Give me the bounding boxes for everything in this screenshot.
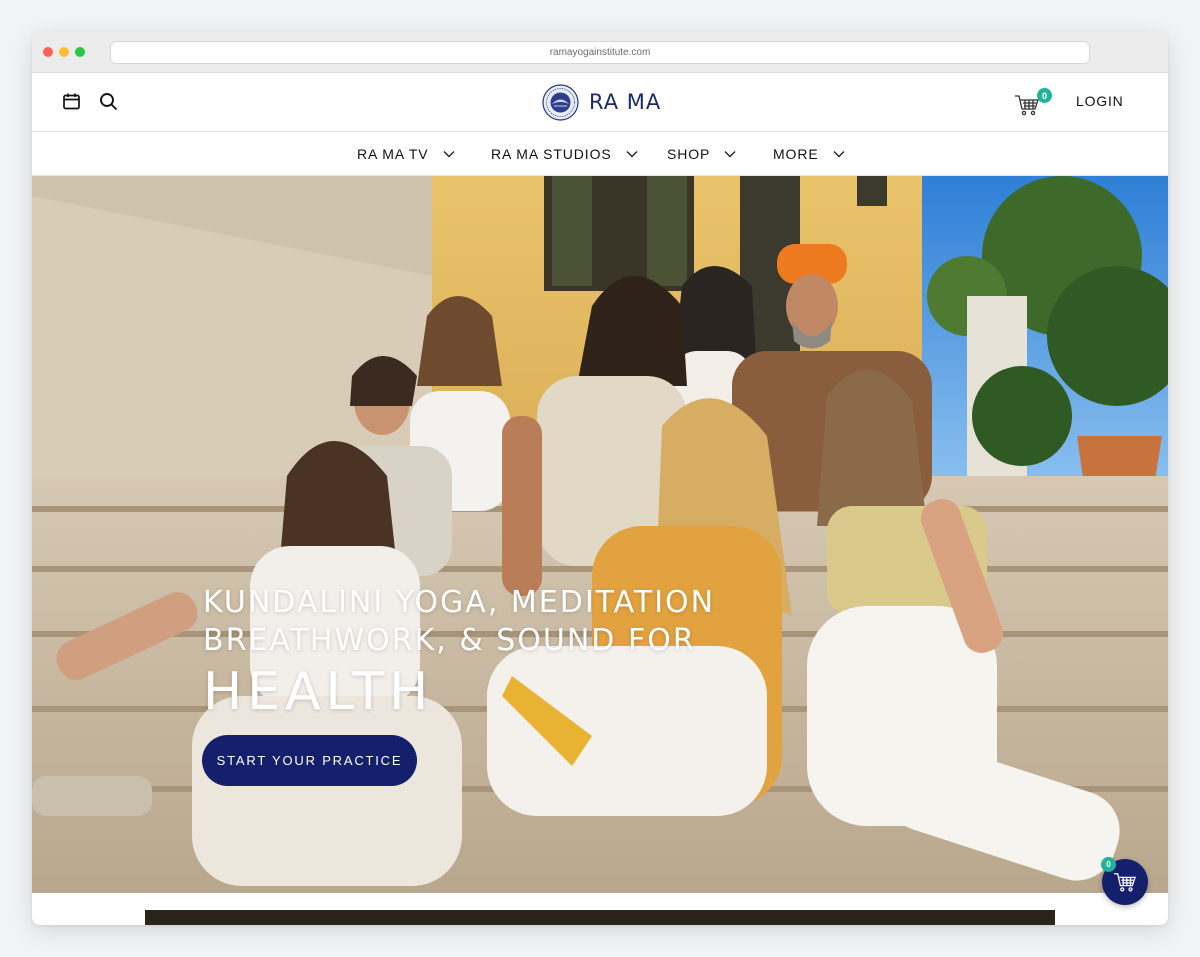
browser-window: ramayogainstitute.com RA MA 0 LOGIN RA M… [32, 32, 1168, 925]
chevron-down-icon [724, 151, 736, 158]
search-icon[interactable] [97, 90, 119, 112]
main-nav: RA MA TV RA MA STUDIOS SHOP MORE [32, 133, 1168, 176]
logo-emblem-icon [542, 83, 579, 121]
header-cart-button[interactable]: 0 [1014, 88, 1054, 117]
nav-item-ra-ma-studios[interactable]: RA MA STUDIOS [491, 146, 638, 162]
cart-icon [1114, 873, 1136, 892]
chevron-down-icon [833, 151, 845, 158]
next-section-image [145, 910, 1055, 925]
nav-item-label: SHOP [667, 146, 711, 162]
address-bar[interactable]: ramayogainstitute.com [110, 41, 1090, 64]
nav-item-shop[interactable]: SHOP [667, 146, 736, 162]
chevron-down-icon [626, 151, 638, 158]
start-practice-button[interactable]: START YOUR PRACTICE [202, 735, 417, 786]
chevron-down-icon [443, 151, 455, 158]
close-window-button[interactable] [43, 47, 53, 57]
nav-item-label: RA MA STUDIOS [491, 146, 612, 162]
minimize-window-button[interactable] [59, 47, 69, 57]
site-logo[interactable]: RA MA [542, 83, 661, 121]
nav-item-ra-ma-tv[interactable]: RA MA TV [357, 146, 455, 162]
cart-count-badge: 0 [1037, 88, 1052, 103]
floating-cart-count-badge: 0 [1101, 857, 1116, 872]
site-header: RA MA 0 LOGIN [32, 73, 1168, 132]
hero-photo [32, 176, 1168, 893]
login-link[interactable]: LOGIN [1076, 93, 1124, 109]
browser-chrome: ramayogainstitute.com [32, 32, 1168, 73]
hero-section: KUNDALINI YOGA, MEDITATION BREATHWORK, &… [32, 176, 1168, 893]
hero-headline-line-1: KUNDALINI YOGA, MEDITATION [203, 585, 716, 620]
floating-cart-button[interactable]: 0 [1101, 857, 1148, 905]
logo-text: RA MA [589, 90, 662, 114]
nav-item-label: RA MA TV [357, 146, 429, 162]
nav-item-more[interactable]: MORE [773, 146, 845, 162]
hero-highlight-word: HEALTH [203, 662, 434, 722]
calendar-icon[interactable] [60, 90, 82, 112]
nav-item-label: MORE [773, 146, 819, 162]
address-bar-url: ramayogainstitute.com [549, 47, 651, 58]
hero-headline-line-2: BREATHWORK, & SOUND FOR [203, 623, 696, 658]
maximize-window-button[interactable] [75, 47, 85, 57]
hero-headline: KUNDALINI YOGA, MEDITATION BREATHWORK, &… [203, 584, 715, 722]
